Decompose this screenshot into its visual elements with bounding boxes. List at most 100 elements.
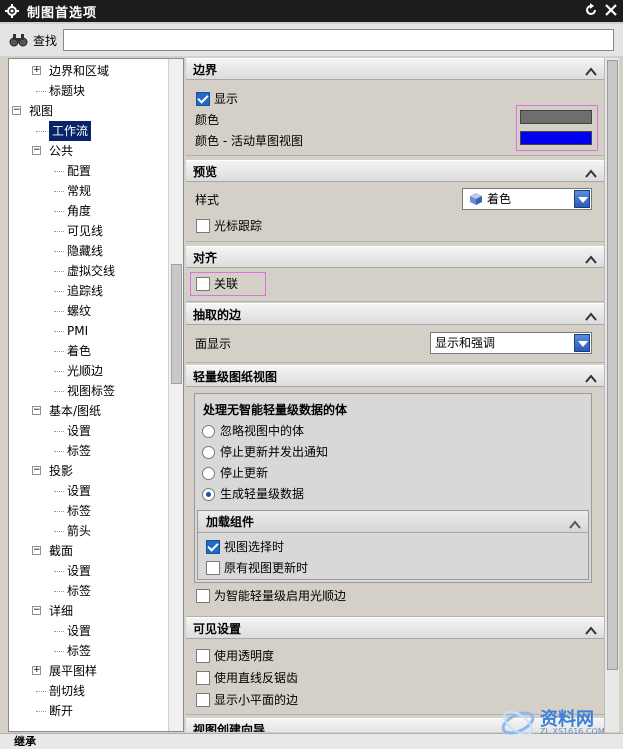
tree-item[interactable]: − 基本/图纸 — [9, 401, 169, 421]
tree-item[interactable]: 着色 — [9, 341, 169, 361]
antialias-checkbox[interactable] — [196, 671, 210, 685]
tree-item[interactable]: − 视图 — [9, 101, 169, 121]
panel-scroll-thumb[interactable] — [607, 60, 618, 670]
tree-item[interactable]: 箭头 — [9, 521, 169, 541]
expand-icon[interactable]: + — [32, 666, 41, 675]
tree-item[interactable]: 标题块 — [9, 81, 169, 101]
tree-item[interactable]: 常规 — [9, 181, 169, 201]
transparency-checkbox[interactable] — [196, 649, 210, 663]
visible-option-row[interactable]: 使用直线反锯齿 — [196, 668, 298, 688]
tree-item[interactable]: 标签 — [9, 501, 169, 521]
tree-item[interactable]: 追踪线 — [9, 281, 169, 301]
tree-item[interactable]: + 展平图样 — [9, 661, 169, 681]
facet-edges-checkbox[interactable] — [196, 693, 210, 707]
section-preview-header[interactable]: 预览 — [186, 160, 604, 182]
tree-item[interactable]: 工作流 — [9, 121, 169, 141]
section-lightweight-header[interactable]: 轻量级图纸视图 — [186, 365, 604, 387]
section-border-header[interactable]: 边界 — [186, 58, 604, 80]
tree-item[interactable]: 虚拟交线 — [9, 261, 169, 281]
collapse-icon[interactable] — [568, 516, 582, 529]
dropdown-arrow-icon[interactable] — [574, 334, 590, 352]
tree-item[interactable]: 设置 — [9, 481, 169, 501]
section-extracted-edges-header[interactable]: 抽取的边 — [186, 303, 604, 325]
tree-item[interactable]: 视图标签 — [9, 381, 169, 401]
collapse-icon[interactable] — [584, 165, 598, 178]
tree-item[interactable]: 光顺边 — [9, 361, 169, 381]
show-border-checkbox-row[interactable]: 显示 — [196, 89, 238, 109]
collapse-icon[interactable] — [584, 370, 598, 383]
tree-item[interactable]: 可见线 — [9, 221, 169, 241]
tree-item[interactable]: 设置 — [9, 421, 169, 441]
tree-item[interactable]: 断开 — [9, 701, 169, 721]
reset-icon[interactable] — [583, 2, 599, 18]
tree-item[interactable]: 设置 — [9, 561, 169, 581]
collapse-icon[interactable] — [584, 622, 598, 635]
tree-item[interactable]: − 截面 — [9, 541, 169, 561]
search-input[interactable] — [63, 29, 615, 51]
radio-row[interactable]: 停止更新并发出通知 — [202, 442, 328, 462]
tree-item[interactable]: 配置 — [9, 161, 169, 181]
collapse-icon[interactable] — [584, 308, 598, 321]
load-components-header[interactable]: 加载组件 — [198, 511, 588, 533]
collapse-tree-icon[interactable]: − — [32, 466, 41, 475]
close-icon[interactable] — [603, 2, 619, 18]
radio-stop-notify[interactable] — [202, 446, 215, 459]
inherit-button[interactable]: 继承 — [14, 735, 36, 748]
dropdown-arrow-icon[interactable] — [574, 190, 590, 208]
tree-item[interactable]: 标签 — [9, 641, 169, 661]
radio-label: 忽略视图中的体 — [220, 424, 305, 438]
tree-item-label: 基本/图纸 — [49, 404, 102, 418]
tree-item[interactable]: 设置 — [9, 621, 169, 641]
tree-item[interactable]: 剖切线 — [9, 681, 169, 701]
face-display-dropdown[interactable]: 显示和强调 — [430, 332, 592, 354]
show-border-checkbox[interactable] — [196, 92, 210, 106]
collapse-tree-icon[interactable]: − — [32, 406, 41, 415]
radio-row[interactable]: 忽略视图中的体 — [202, 421, 304, 441]
cursor-track-checkbox[interactable] — [196, 219, 210, 233]
tree-item[interactable]: 隐藏线 — [9, 241, 169, 261]
section-visible-header[interactable]: 可见设置 — [186, 617, 604, 639]
visible-option-row[interactable]: 使用透明度 — [196, 646, 274, 666]
radio-row[interactable]: 停止更新 — [202, 463, 268, 483]
radio-generate[interactable] — [202, 488, 215, 501]
collapse-icon[interactable] — [584, 251, 598, 264]
section-extracted-edges-body: 面显示 显示和强调 — [186, 325, 604, 363]
color-swatch[interactable] — [520, 110, 592, 124]
radio-row[interactable]: 生成轻量级数据 — [202, 484, 304, 504]
tree-item[interactable]: 螺纹 — [9, 301, 169, 321]
radio-ignore[interactable] — [202, 425, 215, 438]
tree-scroll-thumb[interactable] — [171, 264, 182, 384]
collapse-icon[interactable] — [584, 63, 598, 76]
load-option-row[interactable]: 视图选择时 — [206, 537, 284, 557]
tree-item[interactable]: − 详细 — [9, 601, 169, 621]
legacy-update-checkbox[interactable] — [206, 561, 220, 575]
smooth-edge-checkbox[interactable] — [196, 589, 210, 603]
tree-item[interactable]: − 投影 — [9, 461, 169, 481]
collapse-tree-icon[interactable]: − — [12, 106, 21, 115]
tree-item[interactable]: PMI — [9, 321, 169, 341]
collapse-tree-icon[interactable]: − — [32, 146, 41, 155]
collapse-tree-icon[interactable]: − — [32, 606, 41, 615]
gear-icon[interactable] — [3, 2, 21, 20]
radio-stop-update[interactable] — [202, 467, 215, 480]
expand-icon[interactable]: + — [32, 66, 41, 75]
smooth-edge-checkbox-row[interactable]: 为智能轻量级启用光顺边 — [196, 586, 346, 606]
collapse-tree-icon[interactable]: − — [32, 546, 41, 555]
show-border-label: 显示 — [214, 92, 239, 106]
style-dropdown[interactable]: 着色 — [462, 188, 592, 210]
tree-item[interactable]: − 公共 — [9, 141, 169, 161]
tree-item[interactable]: 角度 — [9, 201, 169, 221]
load-option-row[interactable]: 原有视图更新时 — [206, 558, 308, 578]
tree-item[interactable]: 标签 — [9, 441, 169, 461]
view-select-checkbox[interactable] — [206, 540, 220, 554]
cursor-track-checkbox-row[interactable]: 光标跟踪 — [196, 216, 262, 236]
tree-scrollbar[interactable] — [168, 59, 183, 731]
associative-checkbox[interactable] — [196, 277, 210, 291]
section-align-header[interactable]: 对齐 — [186, 246, 604, 268]
tree-item[interactable]: 标签 — [9, 581, 169, 601]
panel-scrollbar[interactable] — [604, 58, 619, 732]
tree-item[interactable]: + 边界和区域 — [9, 61, 169, 81]
visible-option-row[interactable]: 显示小平面的边 — [196, 690, 298, 710]
active-color-swatch[interactable] — [520, 131, 592, 145]
associative-checkbox-row[interactable]: 关联 — [196, 274, 238, 294]
